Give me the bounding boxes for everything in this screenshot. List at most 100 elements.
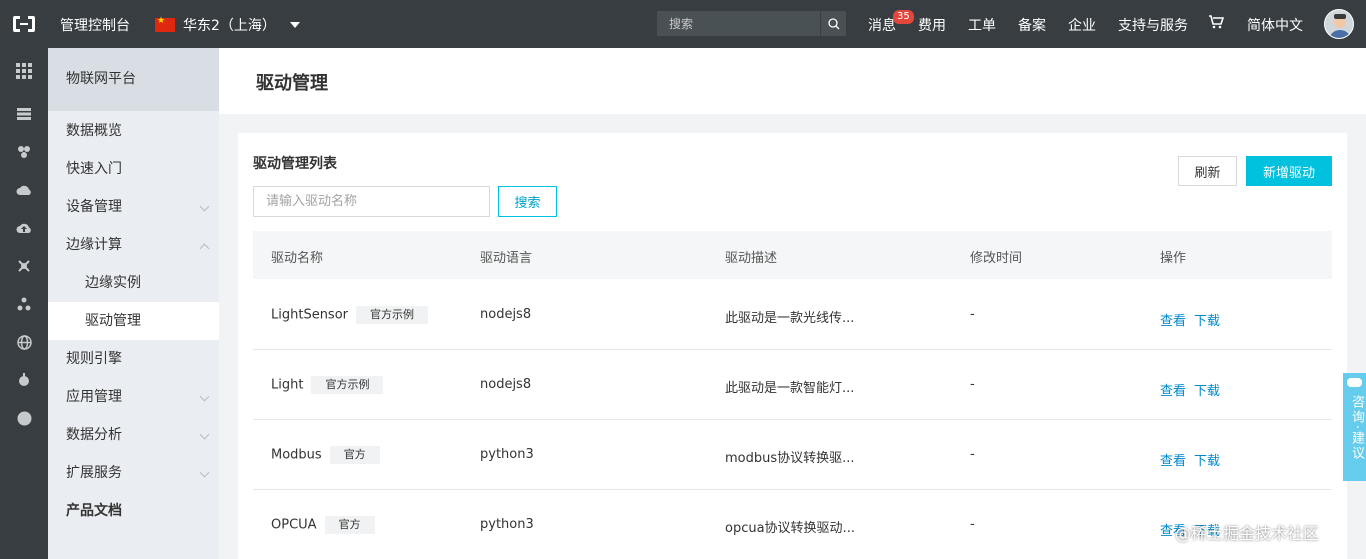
enterprise-link[interactable]: 企业 [1068,15,1096,35]
support-link[interactable]: 支持与服务 [1118,15,1188,35]
driver-name-cell: Modbus 官方 [271,446,380,464]
view-link[interactable]: 查看 [1160,454,1186,469]
sidebar-item-quick-start[interactable]: 快速入门 [48,150,219,188]
sidebar-item-label: 应用管理 [66,389,122,405]
driver-name: Light [271,377,304,393]
driver-name: LightSensor [271,307,349,323]
column-header: 修改时间 [970,251,1023,266]
column-header: 驱动语言 [480,251,533,266]
table-header: 驱动名称 驱动语言 驱动描述 修改时间 操作 [253,231,1332,279]
connect-icon[interactable] [16,258,32,274]
messages-badge: 35 [893,10,914,24]
driver-language: nodejs8 [480,307,532,322]
search-icon[interactable] [820,11,846,36]
console-link[interactable]: 管理控制台 [60,15,130,35]
view-link[interactable]: 查看 [1160,384,1186,399]
cloud-upload-icon[interactable] [16,220,32,236]
driver-description: 此驱动是一款光线传... [725,311,855,326]
iot-sidebar: 物联网平台 数据概览 快速入门 设备管理 边缘计算 边缘实例 驱动管理 规则引擎… [48,48,219,559]
chevron-down-icon [199,391,210,402]
sidebar-item-device-management[interactable]: 设备管理 [48,188,219,226]
region-label: 华东2（上海） [183,18,276,34]
aliyun-logo-icon[interactable] [12,14,36,34]
sidebar-item-driver-management[interactable]: 驱动管理 [48,302,219,340]
sidebar-item-data-overview[interactable]: 数据概览 [48,112,219,150]
official-tag: 官方示例 [356,306,429,324]
driver-name-cell: Light 官方示例 [271,376,384,394]
modified-time: - [970,447,975,462]
tickets-link[interactable]: 工单 [968,15,996,35]
column-header: 驱动名称 [271,251,324,266]
sidebar-item-label: 数据分析 [66,427,122,443]
driver-language: python3 [480,517,534,532]
billing-link[interactable]: 费用 [918,15,946,35]
view-link[interactable]: 查看 [1160,314,1186,329]
actions-cell: 查看 下载 [1160,380,1228,399]
chevron-up-icon [199,243,210,254]
sidebar-item-edge-instances[interactable]: 边缘实例 [48,264,219,302]
modified-time: - [970,377,975,392]
column-header: 驱动描述 [725,251,778,266]
download-link[interactable]: 下载 [1194,384,1220,399]
nodes-icon[interactable] [16,296,32,312]
globe-icon[interactable] [16,334,32,350]
table-row: LightSensor 官方示例 nodejs8 此驱动是一款光线传... - 查… [253,280,1332,350]
server-icon[interactable] [16,106,32,122]
list-title: 驱动管理列表 [253,156,337,172]
feedback-widget[interactable]: 咨询·建议 [1343,373,1366,481]
cloud-icon[interactable] [16,182,32,198]
circle-icon[interactable] [16,410,32,426]
table-row: Light 官方示例 nodejs8 此驱动是一款智能灯... - 查看 下载 [253,350,1332,420]
sidebar-item-data-analysis[interactable]: 数据分析 [48,416,219,454]
product-icon-rail [0,48,48,559]
driver-description: 此驱动是一款智能灯... [725,381,855,396]
actions-cell: 查看 下载 [1160,310,1228,329]
chat-icon [1347,378,1362,387]
cart-icon[interactable] [1208,14,1225,34]
cluster-icon[interactable] [16,144,32,160]
chevron-down-icon [199,201,210,212]
driver-name-input[interactable] [253,186,490,217]
search-button[interactable]: 搜索 [498,186,557,217]
driver-language: python3 [480,447,534,462]
column-header: 操作 [1160,251,1187,266]
official-tag: 官方示例 [311,376,384,394]
driver-name: OPCUA [271,517,317,533]
download-link[interactable]: 下载 [1194,454,1220,469]
gear-icon[interactable] [16,372,32,388]
sidebar-item-app-management[interactable]: 应用管理 [48,378,219,416]
driver-name: Modbus [271,447,322,463]
driver-description: modbus协议转换驱... [725,451,855,466]
watermark: @稀土掘金技术社区 [1175,524,1320,543]
global-search-input[interactable] [657,11,819,36]
official-tag: 官方 [324,516,375,534]
sidebar-item-extensions[interactable]: 扩展服务 [48,454,219,492]
region-selector[interactable]: 华东2（上海） [155,15,300,35]
sidebar-title: 物联网平台 [48,48,219,111]
sidebar-item-product-docs[interactable]: 产品文档 [48,492,219,530]
page-header: 驱动管理 [219,48,1366,114]
top-bar: 管理控制台 华东2（上海） 消息 35 费用 工单 备案 企业 支持与服务 简体… [0,0,1366,48]
language-selector[interactable]: 简体中文 [1247,15,1303,35]
user-avatar[interactable] [1324,9,1354,39]
driver-name-cell: OPCUA 官方 [271,516,375,534]
driver-name-cell: LightSensor 官方示例 [271,306,429,324]
sidebar-item-edge-computing[interactable]: 边缘计算 [48,226,219,264]
messages-link[interactable]: 消息 [868,15,896,35]
table-row: Modbus 官方 python3 modbus协议转换驱... - 查看 下载 [253,420,1332,490]
china-flag-icon [155,16,175,32]
feedback-label: 咨询·建议 [1349,395,1364,462]
modified-time: - [970,517,975,532]
sidebar-item-label: 设备管理 [66,199,122,215]
icp-link[interactable]: 备案 [1018,15,1046,35]
refresh-button[interactable]: 刷新 [1178,156,1237,186]
grid-menu-icon[interactable] [16,63,32,79]
chevron-down-icon [199,429,210,440]
sidebar-item-rule-engine[interactable]: 规则引擎 [48,340,219,378]
download-link[interactable]: 下载 [1194,314,1220,329]
official-tag: 官方 [329,446,380,464]
page-title: 驱动管理 [256,73,328,94]
add-driver-button[interactable]: 新增驱动 [1246,156,1332,186]
driver-description: opcua协议转换驱动... [725,521,855,536]
modified-time: - [970,307,975,322]
